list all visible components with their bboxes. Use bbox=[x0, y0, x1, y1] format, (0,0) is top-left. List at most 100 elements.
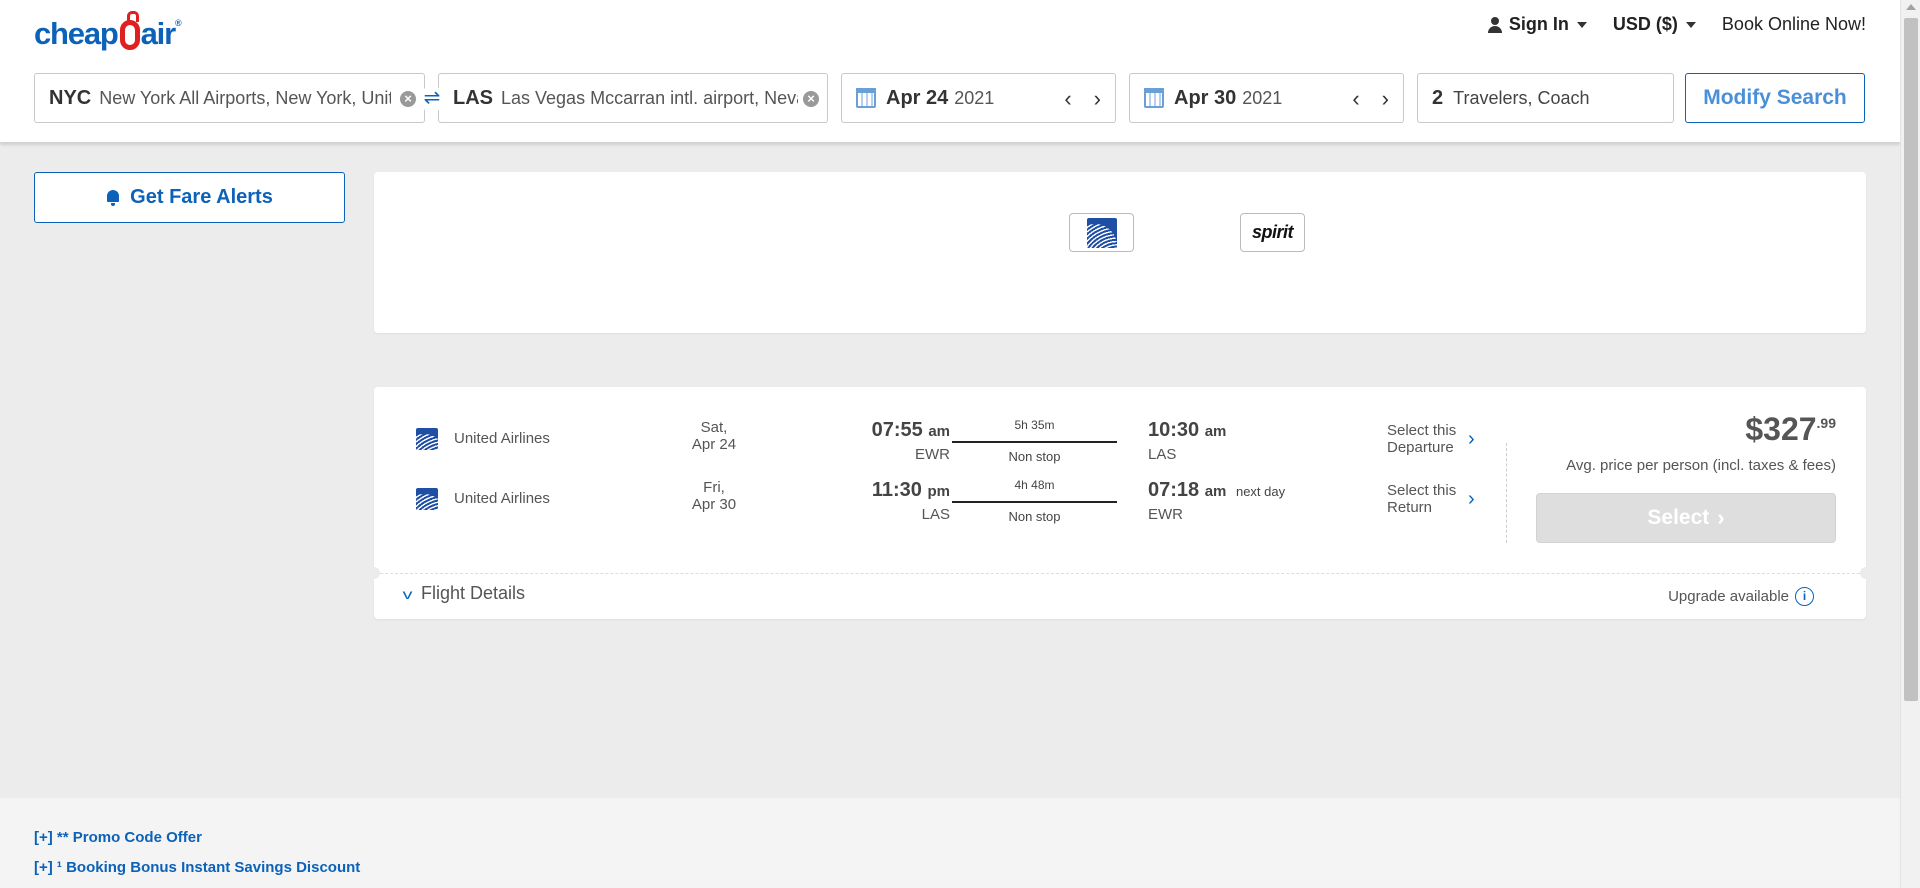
flight-duration: 5h 35m bbox=[1014, 418, 1055, 432]
info-icon[interactable]: i bbox=[1795, 587, 1814, 606]
return-leg: United Airlines Fri, Apr 30 11:30 pm LAS… bbox=[374, 469, 1504, 529]
select-leg-line2: Departure bbox=[1387, 439, 1454, 456]
logo-registered-mark: ® bbox=[174, 18, 182, 28]
leg-date: Sat, Apr 24 bbox=[654, 419, 774, 453]
stops-label: Non stop bbox=[1008, 509, 1061, 524]
origin-field[interactable]: NYC New York All Airports, New York, Uni… bbox=[34, 73, 425, 123]
origin-place: New York All Airports, New York, United … bbox=[99, 87, 391, 108]
page-scrollbar[interactable] bbox=[1900, 0, 1920, 888]
leg-date: Fri, Apr 30 bbox=[654, 479, 774, 513]
return-date-arrows: ‹ › bbox=[1352, 86, 1389, 112]
departure-ampm: pm bbox=[927, 483, 951, 500]
airline-filter-panel: spirit bbox=[374, 172, 1866, 333]
arrival-ampm: am bbox=[1204, 423, 1227, 440]
chevron-right-icon[interactable]: › bbox=[1382, 86, 1389, 112]
clear-destination-icon[interactable]: × bbox=[803, 91, 819, 107]
scroll-thumb[interactable] bbox=[1904, 18, 1918, 701]
chevron-right-icon: › bbox=[1717, 505, 1725, 530]
get-fare-alerts-button[interactable]: Get Fare Alerts bbox=[34, 172, 345, 223]
calendar-icon bbox=[1144, 88, 1164, 108]
page-footer: [+] ** Promo Code Offer [+] ¹ Booking Bo… bbox=[0, 798, 1900, 888]
clear-origin-icon[interactable]: × bbox=[400, 91, 416, 107]
travelers-field[interactable]: 2 Travelers, Coach bbox=[1417, 73, 1674, 123]
upgrade-available: Upgrade available i bbox=[1668, 587, 1814, 606]
return-date-field[interactable]: Apr 30 2021 ‹ › bbox=[1129, 73, 1404, 123]
arrival-time: 07:18 am next day bbox=[1148, 479, 1285, 502]
fare-price: $327.99 bbox=[1745, 411, 1836, 448]
upgrade-label: Upgrade available bbox=[1668, 588, 1789, 605]
depart-date-field[interactable]: Apr 24 2021 ‹ › bbox=[841, 73, 1116, 123]
airline-filter-united[interactable] bbox=[1069, 213, 1134, 252]
card-notch-right bbox=[1860, 567, 1872, 579]
flight-path-line bbox=[952, 501, 1117, 503]
select-leg-line1: Select this bbox=[1387, 422, 1457, 439]
card-divider bbox=[380, 573, 1860, 574]
top-navigation: Sign In USD ($) Book Online Now! bbox=[1487, 14, 1866, 35]
departure-leg: United Airlines Sat, Apr 24 07:55 am EWR… bbox=[374, 409, 1504, 469]
united-globe-icon bbox=[416, 428, 438, 450]
logo-suitcase-icon bbox=[119, 11, 140, 50]
arrival-ampm: am bbox=[1204, 483, 1227, 500]
site-header: cheap air ® Sign In USD ($) Book Online … bbox=[0, 0, 1900, 143]
departure-airport: LAS bbox=[921, 506, 950, 523]
chevron-down-icon: v bbox=[402, 585, 413, 602]
depart-date-arrows: ‹ › bbox=[1064, 86, 1101, 112]
departure-time: 07:55 am bbox=[814, 419, 950, 442]
select-leg-line2: Return bbox=[1387, 499, 1433, 516]
select-return-link[interactable]: Select this Return bbox=[1387, 482, 1456, 516]
chevron-right-icon[interactable]: › bbox=[1468, 488, 1475, 511]
modify-search-button[interactable]: Modify Search bbox=[1685, 73, 1865, 123]
chevron-right-icon[interactable]: › bbox=[1094, 86, 1101, 112]
departure-airport: EWR bbox=[915, 446, 950, 463]
currency-menu[interactable]: USD ($) bbox=[1613, 14, 1696, 35]
chevron-down-icon bbox=[1685, 21, 1696, 28]
flight-path-line bbox=[952, 441, 1117, 443]
arrival-airport: LAS bbox=[1148, 446, 1177, 463]
select-leg-line1: Select this bbox=[1387, 482, 1457, 499]
sign-in-label: Sign In bbox=[1508, 14, 1569, 34]
chevron-left-icon[interactable]: ‹ bbox=[1352, 86, 1359, 112]
united-globe-icon bbox=[416, 488, 438, 510]
chevron-right-icon[interactable]: › bbox=[1468, 428, 1475, 451]
next-day-label: next day bbox=[1235, 484, 1286, 499]
flight-details-toggle[interactable]: v Flight Details bbox=[402, 583, 525, 604]
airline-name: United Airlines bbox=[454, 490, 550, 507]
user-icon bbox=[1487, 16, 1503, 33]
select-button-label: Select bbox=[1647, 506, 1710, 529]
arrival-time-value: 10:30 bbox=[1148, 419, 1200, 441]
leg-day: Apr 30 bbox=[691, 496, 737, 513]
departure-time: 11:30 pm bbox=[814, 479, 950, 502]
spirit-logo: spirit bbox=[1251, 222, 1294, 242]
origin-code: NYC bbox=[49, 86, 92, 109]
cheapoair-logo[interactable]: cheap air ® bbox=[34, 10, 182, 52]
leg-weekday: Fri, bbox=[703, 479, 725, 496]
bell-icon bbox=[106, 189, 120, 206]
booking-bonus-link[interactable]: [+] ¹ Booking Bonus Instant Savings Disc… bbox=[34, 859, 360, 876]
price-dollars: $327 bbox=[1745, 411, 1817, 447]
swap-airports-icon[interactable]: ⇌ bbox=[419, 86, 445, 112]
calendar-icon bbox=[856, 88, 876, 108]
leg-weekday: Sat, bbox=[700, 419, 728, 436]
leg-day: Apr 24 bbox=[691, 436, 737, 453]
destination-code: LAS bbox=[453, 86, 493, 109]
chevron-left-icon[interactable]: ‹ bbox=[1064, 86, 1071, 112]
select-flight-button[interactable]: Select › bbox=[1536, 493, 1836, 543]
select-departure-link[interactable]: Select this Departure bbox=[1387, 422, 1456, 456]
flight-result-card: United Airlines Sat, Apr 24 07:55 am EWR… bbox=[368, 387, 1872, 619]
arrival-time: 10:30 am bbox=[1148, 419, 1230, 442]
flight-duration: 4h 48m bbox=[1014, 478, 1055, 492]
united-globe-icon bbox=[1086, 217, 1117, 248]
card-notch-left bbox=[368, 567, 380, 579]
scroll-up-arrow-icon[interactable] bbox=[1906, 4, 1916, 10]
departure-time-value: 11:30 bbox=[871, 479, 922, 501]
depart-year: 2021 bbox=[954, 87, 995, 108]
book-online-link[interactable]: Book Online Now! bbox=[1722, 14, 1866, 35]
depart-date: Apr 24 bbox=[886, 86, 949, 109]
sign-in-menu[interactable]: Sign In bbox=[1487, 14, 1587, 35]
promo-code-offer-link[interactable]: [+] ** Promo Code Offer bbox=[34, 829, 202, 846]
airline-filter-spirit[interactable]: spirit bbox=[1240, 213, 1305, 252]
destination-field[interactable]: LAS Las Vegas Mccarran intl. airport, Ne… bbox=[438, 73, 828, 123]
departure-ampm: am bbox=[928, 423, 950, 440]
stops-label: Non stop bbox=[1008, 449, 1061, 464]
destination-place: Las Vegas Mccarran intl. airport, Nevada… bbox=[501, 87, 798, 108]
